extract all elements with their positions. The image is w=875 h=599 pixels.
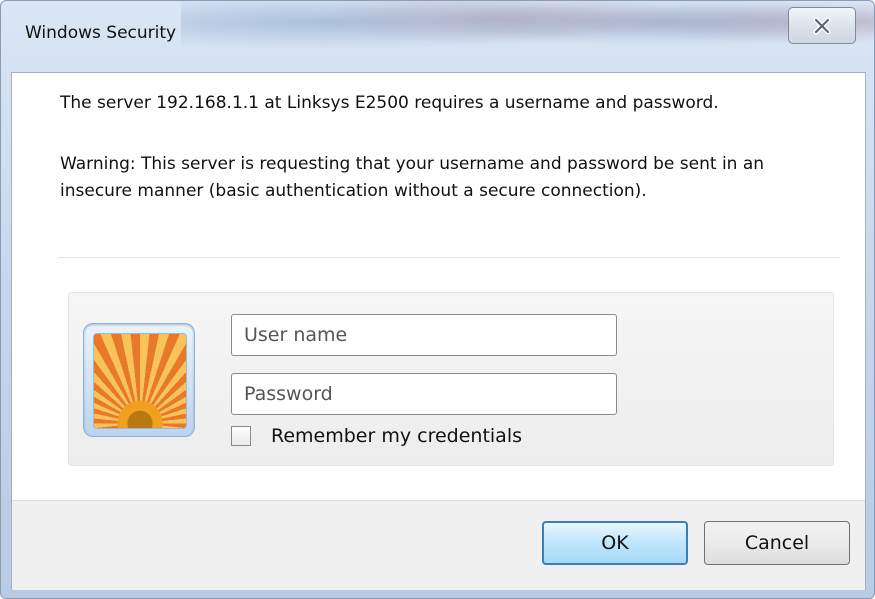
avatar xyxy=(83,323,195,437)
divider xyxy=(58,257,840,258)
security-dialog: Windows Security The server 192.168.1.1 … xyxy=(0,0,875,599)
remember-checkbox[interactable] xyxy=(231,426,251,446)
cancel-button[interactable]: Cancel xyxy=(704,521,850,565)
title-bar-glass xyxy=(181,1,874,71)
button-bar: OK Cancel xyxy=(12,500,865,590)
title-bar[interactable]: Windows Security xyxy=(1,1,874,73)
warning-message: Warning: This server is requesting that … xyxy=(60,154,765,201)
close-button[interactable] xyxy=(788,7,856,44)
remember-label: Remember my credentials xyxy=(271,425,523,447)
server-message: The server 192.168.1.1 at Linksys E2500 … xyxy=(60,93,719,113)
credential-panel: Remember my credentials xyxy=(68,292,834,466)
username-input[interactable] xyxy=(231,314,617,356)
user-tile-flower-icon xyxy=(93,333,187,429)
window-title: Windows Security xyxy=(25,23,177,43)
ok-button[interactable]: OK xyxy=(542,521,688,565)
dialog-body: The server 192.168.1.1 at Linksys E2500 … xyxy=(11,72,866,590)
close-icon xyxy=(813,17,831,34)
remember-credentials[interactable]: Remember my credentials xyxy=(231,425,522,447)
password-input[interactable] xyxy=(231,373,617,415)
